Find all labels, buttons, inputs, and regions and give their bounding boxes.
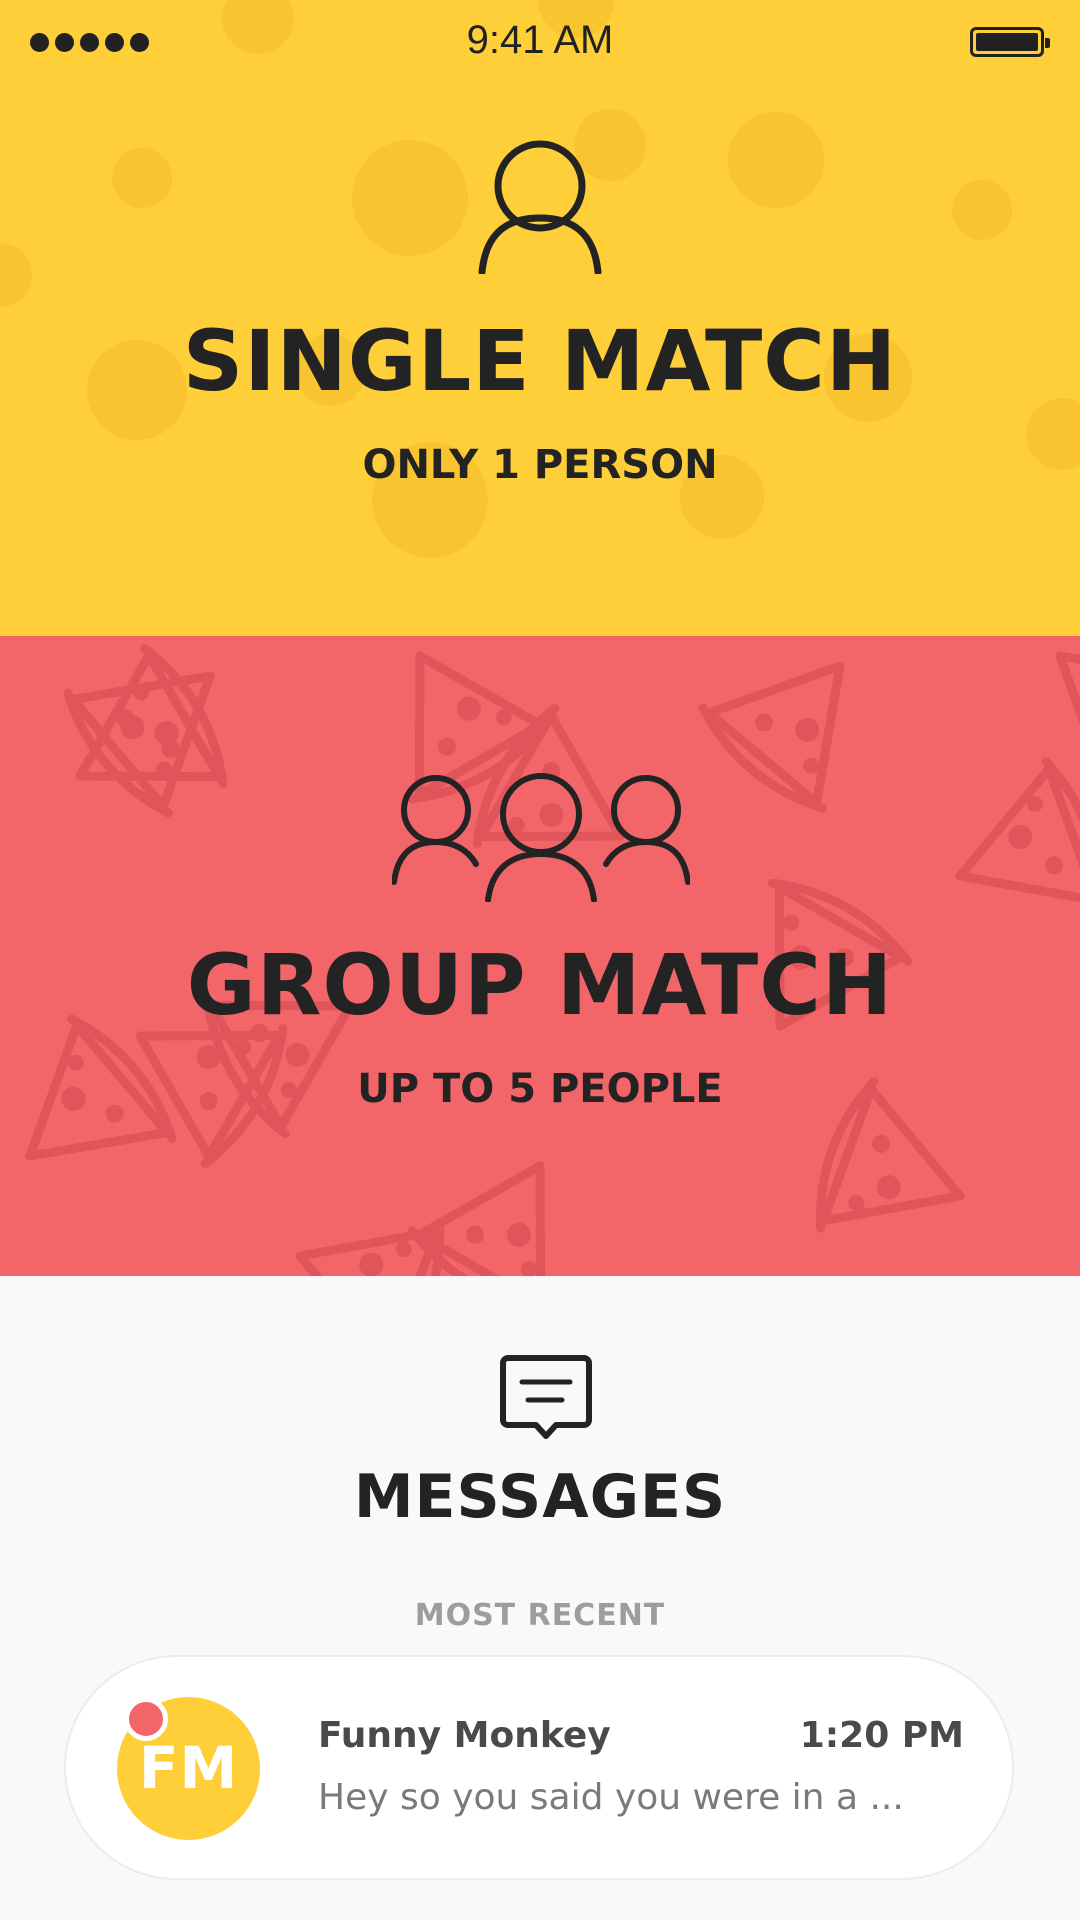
group-match-panel[interactable]: GROUP MATCH UP TO 5 PEOPLE [0,636,1080,1276]
person-icon [478,140,602,274]
single-match-title: SINGLE MATCH [182,312,898,410]
group-match-subtitle: UP TO 5 PEOPLE [357,1066,723,1112]
message-time: 1:20 PM [799,1715,964,1756]
unread-indicator [124,1697,168,1741]
status-bar: 9:41 AM [0,0,1080,86]
message-item[interactable]: FM Funny Monkey 1:20 PM Hey so you said … [64,1655,1014,1880]
single-match-subtitle: ONLY 1 PERSON [362,442,718,488]
most-recent-label: MOST RECENT [414,1598,666,1633]
single-match-panel[interactable]: 9:41 AM SINGLE MATCH ONLY 1 PERSON [0,0,1080,636]
group-match-title: GROUP MATCH [186,936,894,1034]
status-time: 9:41 AM [466,18,614,62]
group-icon [392,773,690,902]
battery-icon [970,27,1050,57]
messages-title[interactable]: MESSAGES [0,1462,1080,1532]
message-preview: Hey so you said you were in a ... [318,1777,904,1818]
message-sender: Funny Monkey [318,1715,611,1756]
message-icon [500,1355,592,1439]
